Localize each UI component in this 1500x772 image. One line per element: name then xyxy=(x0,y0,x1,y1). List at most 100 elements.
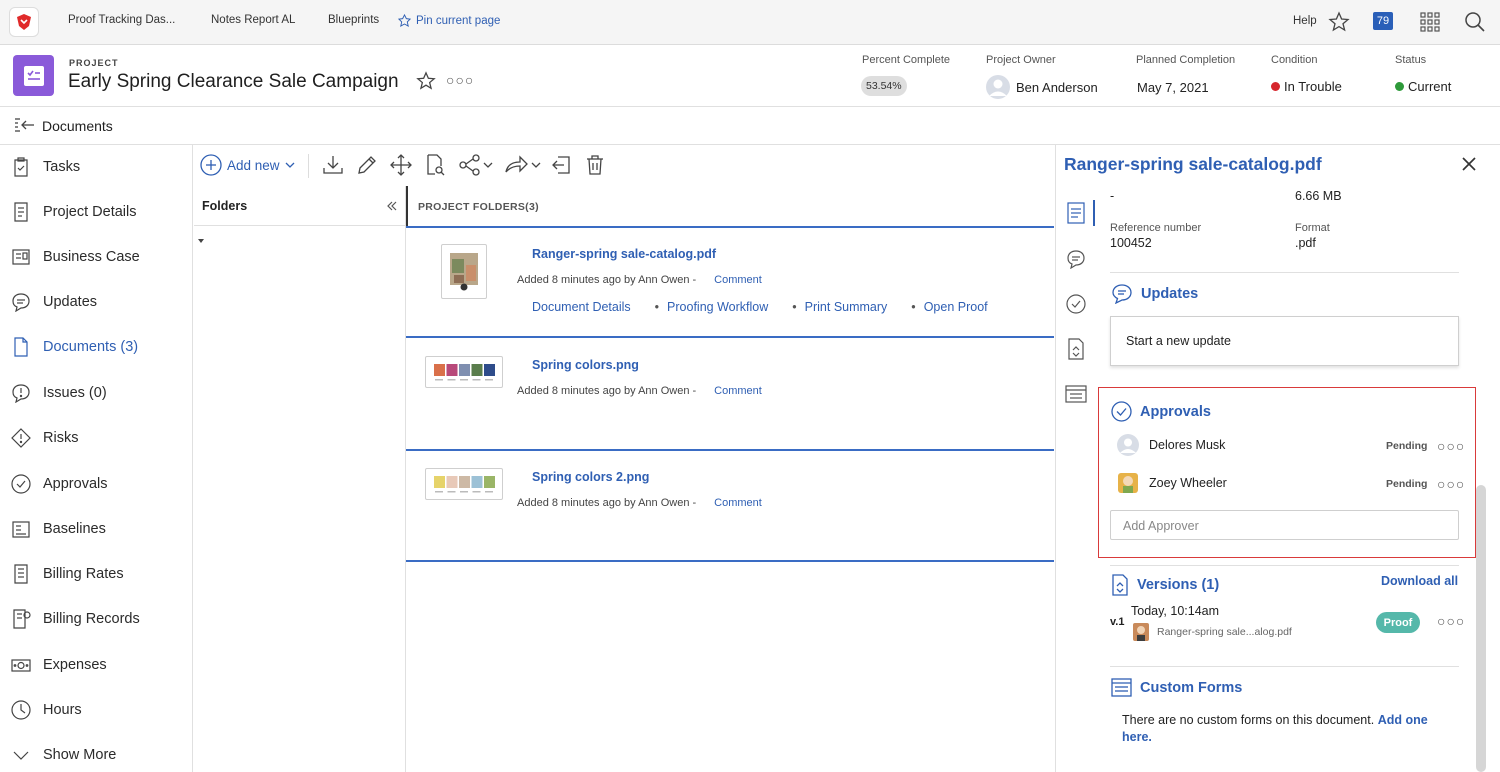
color-swatch xyxy=(459,476,470,488)
custom-forms-section-header: Custom Forms xyxy=(1111,678,1242,697)
proof-button[interactable]: Proof xyxy=(1376,612,1420,633)
sidebar-item-documents-3[interactable]: Documents (3) xyxy=(11,333,138,361)
apps-grid-icon[interactable] xyxy=(1420,12,1440,32)
checkout-icon[interactable] xyxy=(550,154,572,176)
project-owner[interactable]: Ben Anderson xyxy=(986,75,1098,99)
move-icon[interactable] xyxy=(390,154,412,176)
print-summary-link[interactable]: Print Summary xyxy=(805,300,888,314)
forward-arrow-icon[interactable] xyxy=(504,154,542,176)
project-more-menu-icon[interactable]: ○○○ xyxy=(446,72,474,88)
document-details-link[interactable]: Document Details xyxy=(532,300,631,314)
approver-more-menu-icon[interactable]: ○○○ xyxy=(1437,438,1465,454)
panel-document-title: Ranger-spring sale-catalog.pdf xyxy=(1064,154,1322,174)
document-links: Document Details • Proofing Workflow • P… xyxy=(532,300,988,314)
pin-current-page-button[interactable]: Pin current page xyxy=(398,14,500,27)
version-more-menu-icon[interactable]: ○○○ xyxy=(1437,613,1465,629)
open-proof-link[interactable]: Open Proof xyxy=(924,300,988,314)
sidebar-item-updates[interactable]: Updates xyxy=(11,288,97,316)
custom-forms-title: Custom Forms xyxy=(1140,679,1243,696)
sidebar-item-tasks[interactable]: Tasks xyxy=(11,153,80,181)
download-icon[interactable] xyxy=(322,154,344,176)
approver-more-menu-icon[interactable]: ○○○ xyxy=(1437,476,1465,492)
star-icon[interactable] xyxy=(1328,11,1350,33)
chevron-down-icon xyxy=(285,161,295,169)
condition-value[interactable]: In Trouble xyxy=(1271,79,1342,94)
risk-diamond-icon xyxy=(11,428,31,448)
comment-link[interactable]: Comment xyxy=(714,497,762,509)
notification-badge[interactable]: 79 xyxy=(1373,12,1393,30)
tab-proof-tracking[interactable]: Proof Tracking Das... xyxy=(68,14,175,26)
details-tab-icon[interactable] xyxy=(1065,202,1087,224)
search-icon[interactable] xyxy=(1464,11,1486,33)
new-update-input[interactable]: Start a new update xyxy=(1110,316,1459,366)
document-row[interactable]: Spring colors.png Added 8 minutes ago by… xyxy=(406,336,1054,449)
collapse-folders-icon[interactable] xyxy=(386,200,398,212)
share-icon[interactable] xyxy=(458,154,494,176)
tab-notes-report[interactable]: Notes Report AL xyxy=(211,14,295,26)
sidebar-item-hours[interactable]: Hours xyxy=(11,696,82,724)
add-new-button[interactable]: Add new xyxy=(200,154,295,176)
document-thumbnail[interactable] xyxy=(441,244,487,299)
document-thumbnail[interactable] xyxy=(425,468,503,500)
versions-tab-icon[interactable] xyxy=(1065,338,1087,360)
approver-row[interactable]: Delores Musk xyxy=(1117,434,1225,456)
add-custom-form-link[interactable]: Add one xyxy=(1378,713,1428,727)
color-swatch xyxy=(484,364,495,376)
document-search-icon[interactable] xyxy=(424,154,446,176)
add-approver-input[interactable]: Add Approver xyxy=(1110,510,1459,540)
favorite-star-icon[interactable] xyxy=(416,71,436,91)
trash-icon[interactable] xyxy=(584,154,606,176)
folders-panel: Folders xyxy=(194,186,406,772)
comment-link[interactable]: Comment xyxy=(714,274,762,286)
project-title: Early Spring Clearance Sale Campaign xyxy=(68,71,399,92)
project-folders-header: PROJECT FOLDERS(3) xyxy=(418,201,539,213)
document-name-link[interactable]: Spring colors.png xyxy=(532,358,639,372)
edit-pencil-icon[interactable] xyxy=(356,154,378,176)
download-all-link[interactable]: Download all xyxy=(1381,574,1458,588)
document-row[interactable]: Ranger-spring sale-catalog.pdf Added 8 m… xyxy=(406,226,1054,338)
updates-tab-icon[interactable] xyxy=(1065,248,1087,270)
document-name-link[interactable]: Spring colors 2.png xyxy=(532,470,649,484)
close-icon[interactable] xyxy=(1460,155,1478,173)
sidebar-item-label: Risks xyxy=(43,430,79,446)
document-meta: Added 8 minutes ago by Ann Owen - Comment xyxy=(517,385,762,397)
proofing-workflow-link[interactable]: Proofing Workflow xyxy=(667,300,768,314)
status-dot xyxy=(1395,82,1404,91)
reference-number-label: Reference number xyxy=(1110,222,1202,234)
add-custom-form-link-cont[interactable]: here. xyxy=(1122,730,1152,744)
sidebar-item-label: Project Details xyxy=(43,204,137,220)
sidebar-item-billing-records[interactable]: Billing Records xyxy=(11,605,140,633)
collapse-nav-icon[interactable] xyxy=(14,117,36,135)
document-row[interactable]: Spring colors 2.png Added 8 minutes ago … xyxy=(406,449,1054,561)
approvals-tab-icon[interactable] xyxy=(1065,293,1087,315)
sidebar-item-issues-0[interactable]: Issues (0) xyxy=(11,379,107,407)
sidebar-item-expenses[interactable]: Expenses xyxy=(11,651,107,679)
panel-scrollbar[interactable] xyxy=(1476,485,1486,772)
comment-link[interactable]: Comment xyxy=(714,385,762,397)
sidebar-item-business-case[interactable]: Business Case xyxy=(11,243,140,271)
status-value[interactable]: Current xyxy=(1395,79,1451,94)
swatch-image xyxy=(434,476,495,493)
document-name-link[interactable]: Ranger-spring sale-catalog.pdf xyxy=(532,247,716,261)
sidebar-item-risks[interactable]: Risks xyxy=(11,424,78,452)
approval-status: Pending xyxy=(1386,440,1428,452)
help-link[interactable]: Help xyxy=(1293,15,1317,27)
custom-forms-tab-icon[interactable] xyxy=(1065,383,1087,405)
sidebar-item-label: Hours xyxy=(43,702,82,718)
tab-blueprints[interactable]: Blueprints xyxy=(328,14,379,26)
sidebar-item-project-details[interactable]: Project Details xyxy=(11,198,136,226)
version-file-name[interactable]: Ranger-spring sale...alog.pdf xyxy=(1157,626,1292,638)
sidebar-item-baselines[interactable]: Baselines xyxy=(11,515,106,543)
baseline-icon xyxy=(11,519,31,539)
app-logo-icon[interactable] xyxy=(9,7,39,37)
sidebar-item-approvals[interactable]: Approvals xyxy=(11,470,107,498)
project-icon xyxy=(13,55,54,96)
avatar xyxy=(986,75,1010,99)
folder-expand-icon[interactable] xyxy=(197,238,205,244)
approver-row[interactable]: Zoey Wheeler xyxy=(1117,472,1227,494)
versions-section-header: Versions (1) xyxy=(1111,574,1219,596)
document-thumbnail[interactable] xyxy=(425,356,503,388)
sidebar-item-show-more[interactable]: Show More xyxy=(11,741,116,769)
approvals-title: Approvals xyxy=(1140,403,1211,420)
sidebar-item-billing-rates[interactable]: Billing Rates xyxy=(11,560,124,588)
